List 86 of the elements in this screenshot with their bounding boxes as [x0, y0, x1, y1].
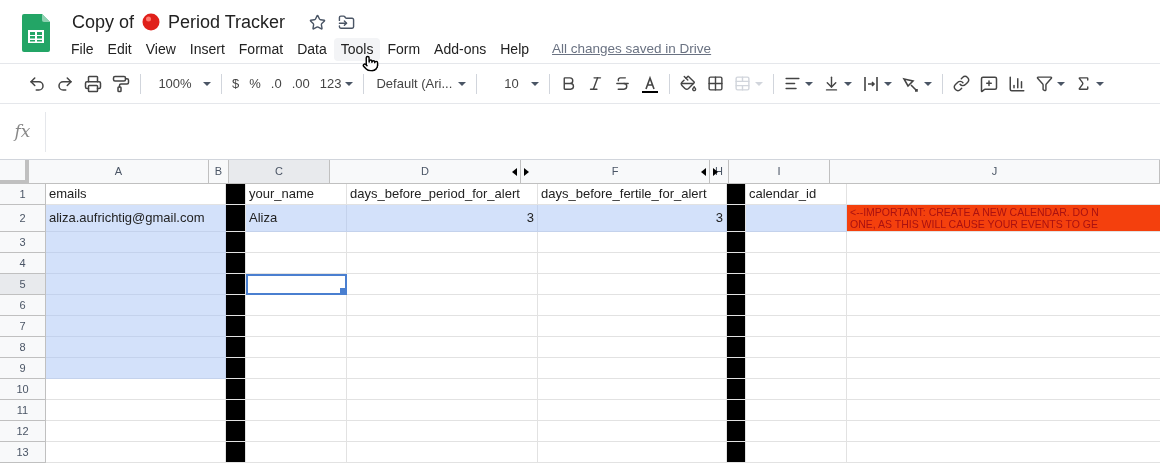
row-header[interactable]: 2 [0, 205, 46, 232]
redo-icon [56, 74, 74, 93]
row-header[interactable]: 5 [0, 274, 46, 295]
document-title[interactable]: Period Tracker [168, 8, 286, 36]
column-header[interactable]: D [330, 160, 521, 184]
table-cell: Aliza [246, 205, 347, 232]
folder-icon [338, 13, 356, 31]
row-header[interactable]: 11 [0, 400, 46, 421]
text-color-icon [641, 74, 660, 93]
row-header[interactable]: 13 [0, 442, 46, 463]
move-to-folder-button[interactable] [338, 13, 356, 31]
row-header[interactable]: 7 [0, 316, 46, 337]
chart-icon [1008, 74, 1027, 93]
column-header[interactable]: C [229, 160, 330, 184]
row-header[interactable]: 1 [0, 184, 46, 205]
table-cell: 3 [347, 205, 538, 232]
menu-item[interactable]: File [64, 37, 101, 61]
star-icon [309, 13, 327, 31]
paint-bucket-icon [680, 75, 698, 92]
table-cell: your_name [246, 184, 347, 205]
font-dropdown[interactable]: Default (Ari... [370, 69, 471, 98]
row-header[interactable]: 3 [0, 232, 46, 253]
row-header[interactable]: 10 [0, 379, 46, 400]
menu-item[interactable]: Insert [182, 37, 232, 61]
column-header[interactable]: F [521, 160, 710, 184]
row-header[interactable]: 4 [0, 253, 46, 274]
caret-icon [1057, 81, 1066, 86]
text-wrap-icon [862, 74, 881, 93]
caret-icon [805, 81, 814, 86]
link-icon [953, 75, 971, 92]
table-cell: days_before_fertile_for_alert [538, 184, 727, 205]
zoom-dropdown[interactable]: 100% [147, 69, 215, 98]
table-cell: calendar_id [746, 184, 847, 205]
caret-icon [1096, 81, 1105, 86]
table-cell: days_before_period_for_alert [347, 184, 538, 205]
menu-item[interactable]: Form [380, 37, 428, 61]
menu-item[interactable]: Data [290, 37, 334, 61]
caret-icon [458, 81, 467, 86]
menu-item[interactable]: Help [493, 37, 537, 61]
align-left-icon [784, 75, 802, 92]
strikethrough-icon [614, 75, 632, 92]
menu-item[interactable]: View [138, 37, 183, 61]
row-header[interactable]: 12 [0, 421, 46, 442]
table-cell: aliza.aufrichtig@gmail.com [46, 205, 226, 232]
caret-icon [844, 81, 853, 86]
menu-item[interactable]: Format [231, 37, 291, 61]
circle-emoji-icon [142, 13, 161, 31]
caret-icon [345, 81, 354, 86]
filter-icon [1036, 75, 1054, 92]
currency-button[interactable]: $ [228, 69, 244, 98]
star-button[interactable] [309, 13, 327, 31]
paint-roller-icon [112, 74, 130, 93]
column-header[interactable]: A [29, 160, 209, 184]
borders-icon [707, 75, 725, 92]
comment-plus-icon [980, 74, 999, 93]
caret-icon [531, 81, 540, 86]
percent-button[interactable]: % [245, 69, 265, 98]
increase-decimal-button[interactable]: .00 [287, 69, 314, 98]
row-header[interactable]: 9 [0, 358, 46, 379]
printer-icon [84, 74, 102, 93]
table-cell: <--IMPORTANT: CREATE A NEW CALENDAR. DO N ONE, AS THIS WILL CAUSE YOUR EVENTS TO GE [847, 205, 1160, 232]
number-format-dropdown[interactable]: 123 [315, 69, 358, 98]
caret-icon [884, 81, 893, 86]
save-status-link[interactable]: All changes saved in Drive [552, 38, 712, 60]
table-cell: 3 [538, 205, 727, 232]
column-header[interactable]: B [209, 160, 229, 184]
menu-item[interactable]: Edit [100, 37, 139, 61]
spreadsheet-logo-icon [22, 14, 50, 52]
font-size-dropdown[interactable]: 10 [483, 69, 544, 98]
undo-icon [28, 74, 46, 93]
menu-item[interactable]: Tools [333, 37, 381, 61]
row-header[interactable]: 6 [0, 295, 46, 316]
caret-icon [203, 81, 211, 86]
decrease-decimal-button[interactable]: .0 [266, 69, 286, 98]
table-cell: emails [46, 184, 226, 205]
caret-icon [755, 81, 764, 86]
caret-icon [924, 81, 933, 86]
hand-cursor-icon [362, 55, 379, 72]
fill-handle[interactable] [340, 288, 346, 294]
document-title[interactable]: Copy of [72, 8, 135, 36]
menu-item[interactable]: Add-ons [427, 37, 494, 61]
merge-cells-icon [734, 75, 752, 92]
column-header[interactable]: J [830, 160, 1160, 184]
row-header[interactable]: 8 [0, 337, 46, 358]
column-header[interactable]: I [729, 160, 830, 184]
formula-label: fx [14, 119, 31, 143]
